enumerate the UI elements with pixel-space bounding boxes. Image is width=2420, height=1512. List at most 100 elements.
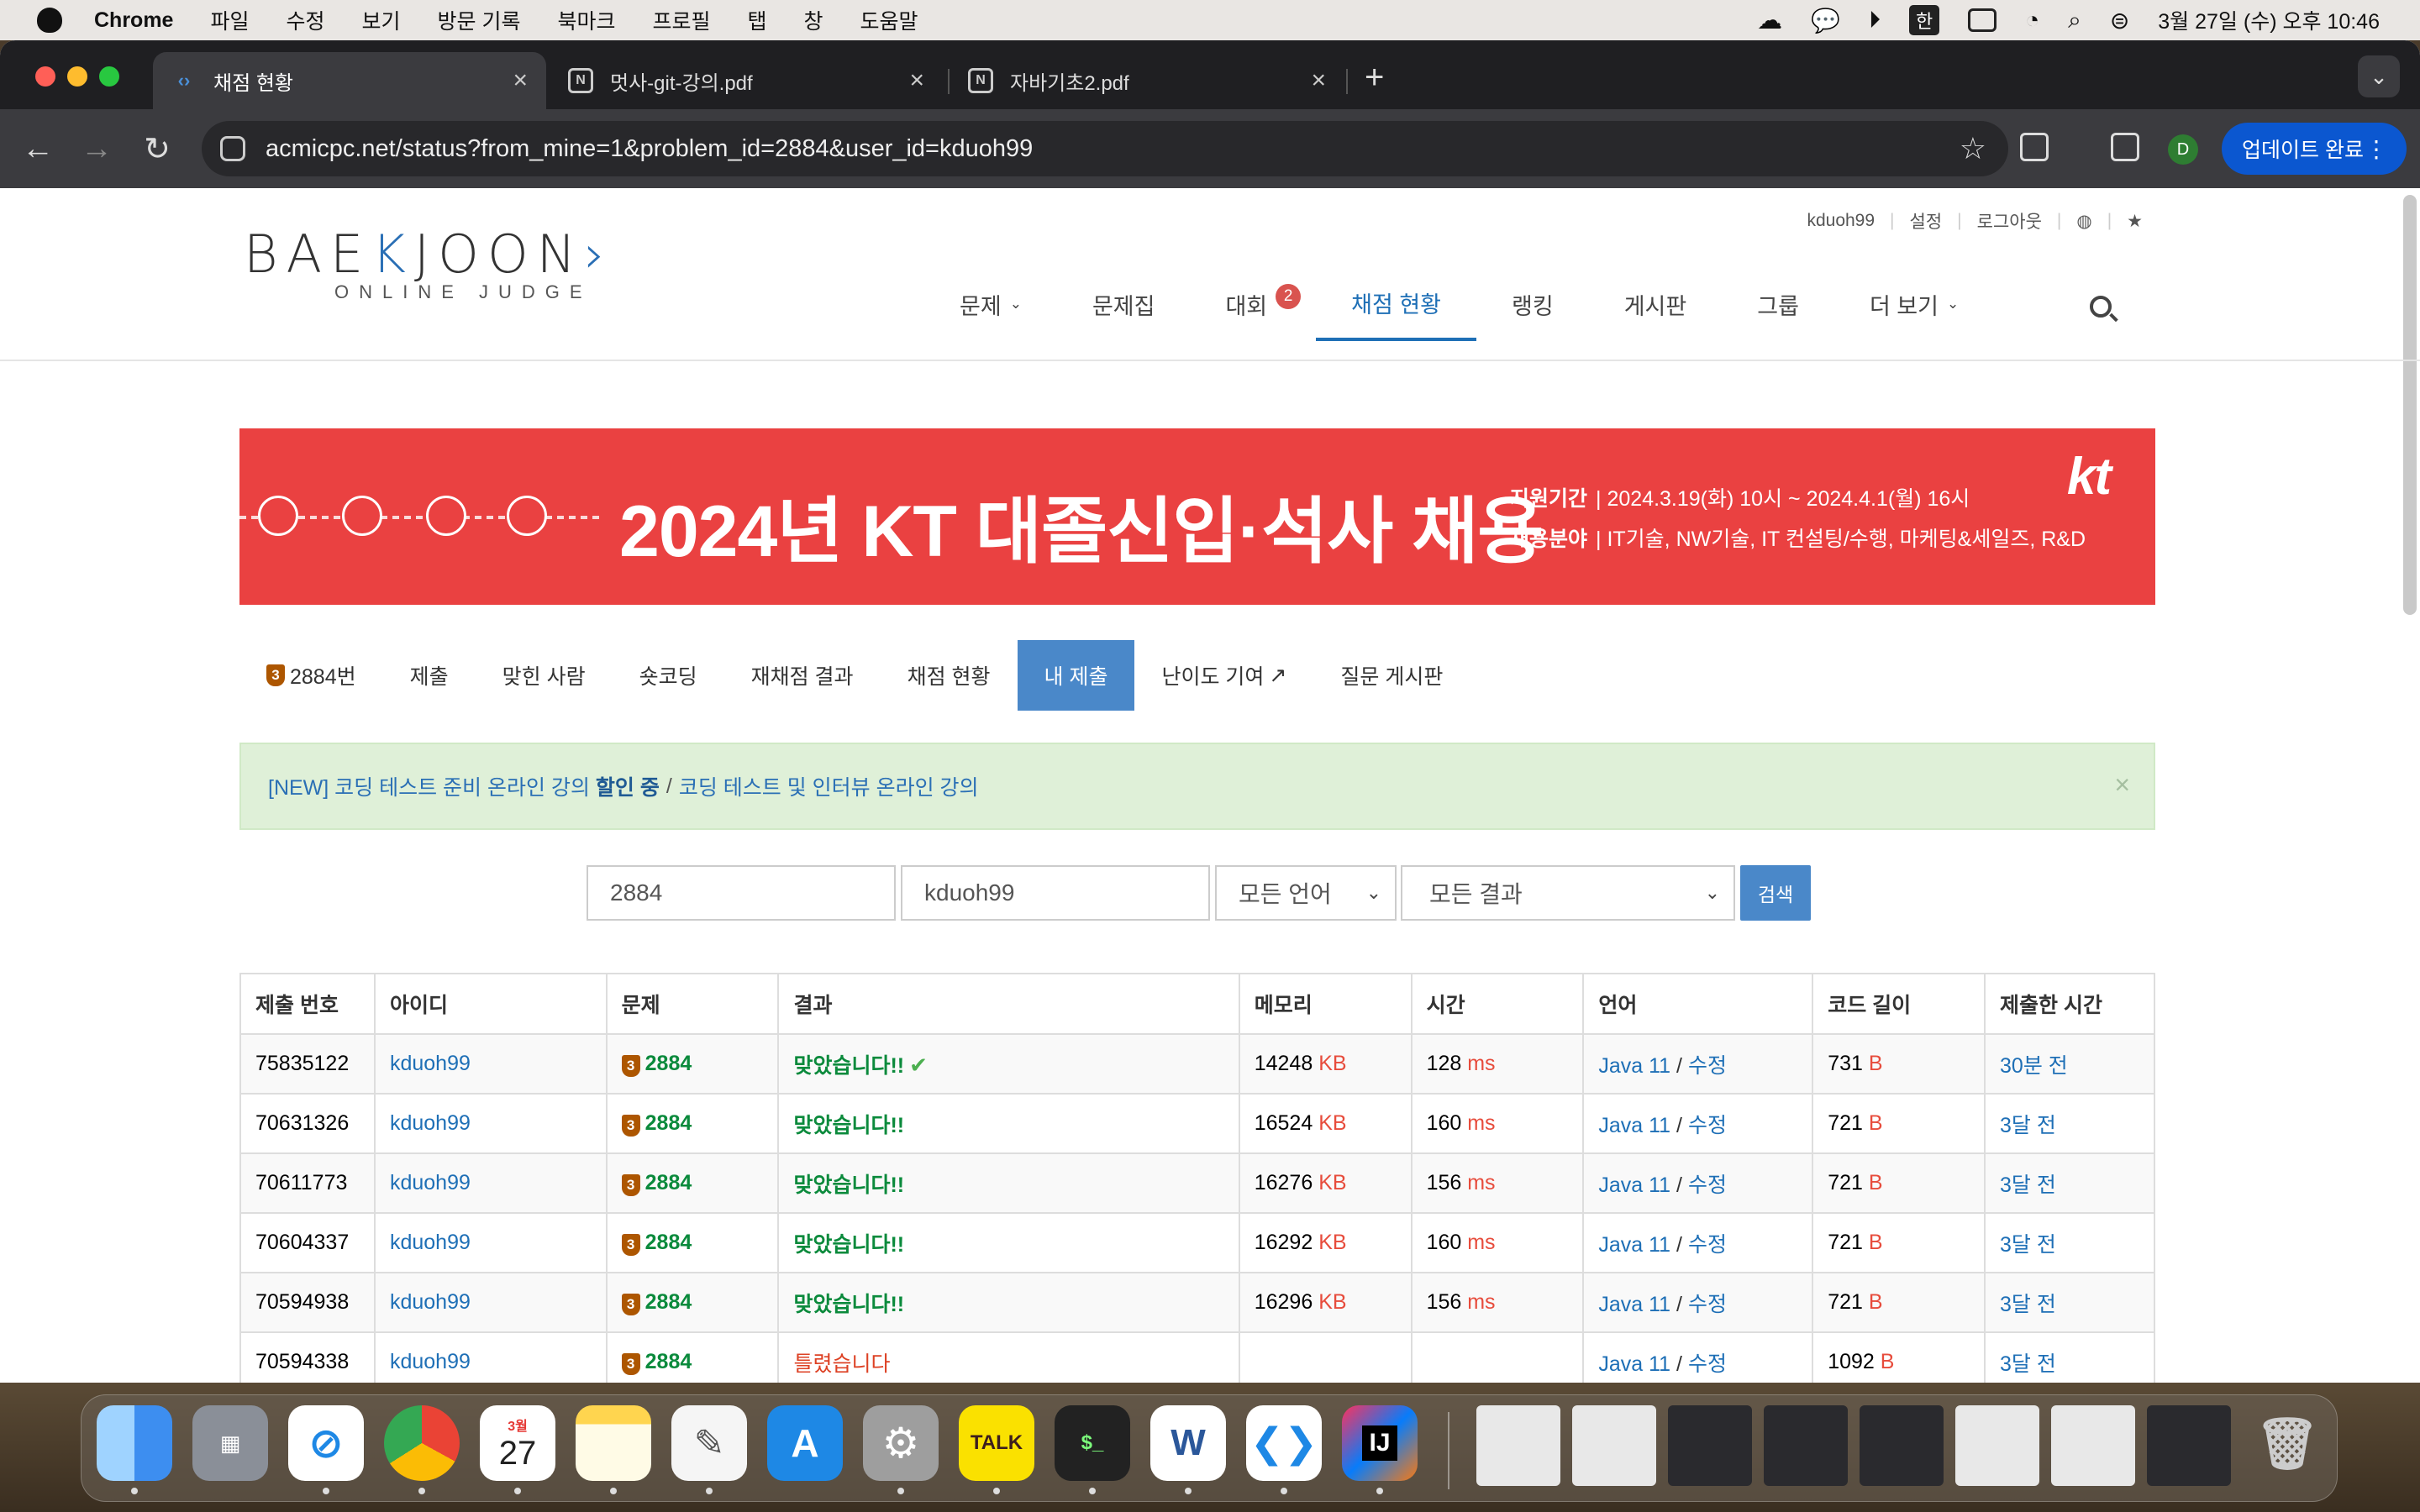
notes-icon[interactable] <box>576 1405 651 1481</box>
menu-tab[interactable]: 탭 <box>748 5 767 35</box>
tab-submit[interactable]: 제출 <box>383 640 476 711</box>
edit-link[interactable]: 수정 <box>1688 1114 1727 1137</box>
tab-close-icon[interactable]: × <box>909 66 924 95</box>
tab-close-icon[interactable]: × <box>1311 66 1326 95</box>
submitted-time-link[interactable]: 3달 전 <box>2000 1293 2056 1316</box>
result-text[interactable]: 맞았습니다!! <box>793 1114 904 1137</box>
nav-status[interactable]: 채점 현황 <box>1316 267 1477 341</box>
user-link[interactable]: kduoh99 <box>390 1290 471 1314</box>
submitted-time-link[interactable]: 3달 전 <box>2000 1114 2056 1137</box>
window-thumbnail-vscode[interactable] <box>1764 1405 1848 1486</box>
user-link[interactable]: kduoh99 <box>390 1350 471 1373</box>
update-button[interactable]: 업데이트 완료 ⋮ <box>2222 123 2407 175</box>
nav-ranking[interactable]: 랭킹 <box>1476 267 1589 341</box>
chrome-icon[interactable] <box>384 1405 460 1481</box>
bookmark-star-icon[interactable]: ☆ <box>1960 131 1986 166</box>
tab-close-icon[interactable]: × <box>513 66 528 95</box>
address-bar-url[interactable]: acmicpc.net/status?from_mine=1&problem_i… <box>266 135 1033 163</box>
user-link[interactable]: kduoh99 <box>390 1111 471 1135</box>
back-arrow-icon[interactable]: ← <box>17 128 59 170</box>
search-icon[interactable] <box>2090 296 2112 318</box>
problem-link[interactable]: 3 2884 <box>621 1111 692 1137</box>
nav-workbooks[interactable]: 문제집 <box>1057 267 1191 341</box>
globe-icon[interactable]: ◍ <box>2076 211 2091 232</box>
logout-link[interactable]: 로그아웃 <box>1977 208 2042 234</box>
tab-search-button[interactable]: ⌄ <box>2358 55 2400 97</box>
menu-help[interactable]: 도움말 <box>860 5 918 35</box>
apple-menu-icon[interactable] <box>37 8 62 33</box>
problem-link[interactable]: 3 2884 <box>621 1350 692 1375</box>
tab-baekjoon-status[interactable]: ‹› 채점 현황 × <box>153 52 546 109</box>
result-select[interactable]: 모든 결과 ⌄ <box>1401 865 1735 921</box>
user-link[interactable]: kduoh99 <box>390 1231 471 1254</box>
result-text[interactable]: 틀렸습니다 <box>793 1352 890 1376</box>
problem-link[interactable]: 3 2884 <box>621 1052 692 1077</box>
side-panel-icon[interactable] <box>2111 133 2139 161</box>
edit-link[interactable]: 수정 <box>1688 1173 1727 1197</box>
settings-link[interactable]: 설정 <box>1910 208 1943 234</box>
launchpad-icon[interactable]: ▦ <box>192 1405 268 1481</box>
submitted-time-link[interactable]: 3달 전 <box>2000 1173 2056 1197</box>
kakaotalk-icon[interactable]: TALK <box>959 1405 1034 1481</box>
language-link[interactable]: Java 11 <box>1598 1233 1670 1257</box>
window-thumbnail-textedit[interactable] <box>1860 1405 1944 1486</box>
problem-link[interactable]: 3 2884번 <box>239 640 383 711</box>
window-zoom-button[interactable] <box>99 66 119 87</box>
tab-solvers[interactable]: 맞힌 사람 <box>476 640 613 711</box>
problem-link[interactable]: 3 2884 <box>621 1290 692 1315</box>
input-source-indicator[interactable]: 한 <box>1908 5 1940 35</box>
window-thumbnail-safari[interactable] <box>1572 1405 1656 1486</box>
word-icon[interactable]: W <box>1150 1405 1226 1481</box>
window-thumbnail-chrome[interactable] <box>1476 1405 1560 1486</box>
result-text[interactable]: 맞았습니다!! <box>793 1233 904 1257</box>
nav-groups[interactable]: 그룹 <box>1722 267 1834 341</box>
user-link[interactable]: kduoh99 <box>390 1171 471 1194</box>
wifi-icon[interactable]: ◔ <box>2025 7 2039 34</box>
forward-arrow-icon[interactable]: → <box>76 128 118 170</box>
edit-link[interactable]: 수정 <box>1688 1352 1727 1376</box>
nav-more[interactable]: 더 보기 ⌄ <box>1834 267 1994 341</box>
trash-icon[interactable]: 🗑 <box>2249 1405 2325 1481</box>
language-link[interactable]: Java 11 <box>1598 1114 1670 1137</box>
menu-edit[interactable]: 수정 <box>286 5 324 35</box>
address-bar[interactable]: acmicpc.net/status?from_mine=1&problem_i… <box>202 121 2008 176</box>
terminal-icon[interactable]: $_ <box>1055 1405 1130 1481</box>
ad-banner[interactable]: 2024년 KT 대졸신입·석사 채용 지원기간 | 2024.3.19(화) 1… <box>239 428 2155 605</box>
menu-window[interactable]: 창 <box>804 5 823 35</box>
edit-link[interactable]: 수정 <box>1688 1233 1727 1257</box>
edit-link[interactable]: 수정 <box>1688 1054 1727 1078</box>
site-info-icon[interactable] <box>220 136 245 161</box>
tab-problem-status[interactable]: 채점 현황 <box>881 640 1018 711</box>
language-link[interactable]: Java 11 <box>1598 1352 1670 1376</box>
play-icon[interactable]: ⏵ <box>1869 7 1881 34</box>
search-button[interactable]: 검색 <box>1740 865 1811 921</box>
promo-link-first[interactable]: [NEW] 코딩 테스트 준비 온라인 강의 할인 중 <box>268 771 660 801</box>
tab-short-coding[interactable]: 숏코딩 <box>613 640 724 711</box>
result-text[interactable]: 맞았습니다!! <box>793 1293 904 1316</box>
tab-difficulty-contribution[interactable]: 난이도 기여 ↗ <box>1134 640 1313 711</box>
nav-problems[interactable]: 문제 ⌄ <box>924 267 1057 341</box>
spotlight-search-icon[interactable]: ⌕ <box>2068 7 2081 34</box>
reload-icon[interactable]: ↻ <box>136 128 178 170</box>
nav-board[interactable]: 게시판 <box>1589 267 1723 341</box>
window-close-button[interactable] <box>35 66 55 87</box>
window-thumbnail-terminal[interactable] <box>2147 1405 2231 1486</box>
window-minimize-button[interactable] <box>67 66 87 87</box>
control-center-icon[interactable]: ⊜ <box>2110 7 2129 34</box>
tab-git-lecture-pdf[interactable]: N 멋사-git-강의.pdf × <box>550 52 943 109</box>
site-logo[interactable]: BAEKJOON› ONLINE JUDGE <box>244 223 613 303</box>
result-text[interactable]: 맞았습니다!! <box>793 1173 904 1197</box>
chat-notification-icon[interactable]: 💬 <box>1811 7 1840 34</box>
problem-link[interactable]: 3 2884 <box>621 1171 692 1196</box>
language-link[interactable]: Java 11 <box>1598 1054 1670 1078</box>
cloud-icon[interactable]: ☁ <box>1757 6 1782 35</box>
menu-file[interactable]: 파일 <box>210 5 249 35</box>
submitted-time-link[interactable]: 3달 전 <box>2000 1352 2056 1376</box>
language-link[interactable]: Java 11 <box>1598 1173 1670 1197</box>
tab-my-submissions[interactable]: 내 제출 <box>1017 640 1135 711</box>
new-tab-button[interactable]: + <box>1365 59 1384 97</box>
user-link[interactable]: kduoh99 <box>390 1052 471 1075</box>
tab-rejudge[interactable]: 재채점 결과 <box>724 640 881 711</box>
finder-icon[interactable] <box>97 1405 172 1481</box>
calendar-icon[interactable]: 3월 27 <box>480 1405 555 1481</box>
